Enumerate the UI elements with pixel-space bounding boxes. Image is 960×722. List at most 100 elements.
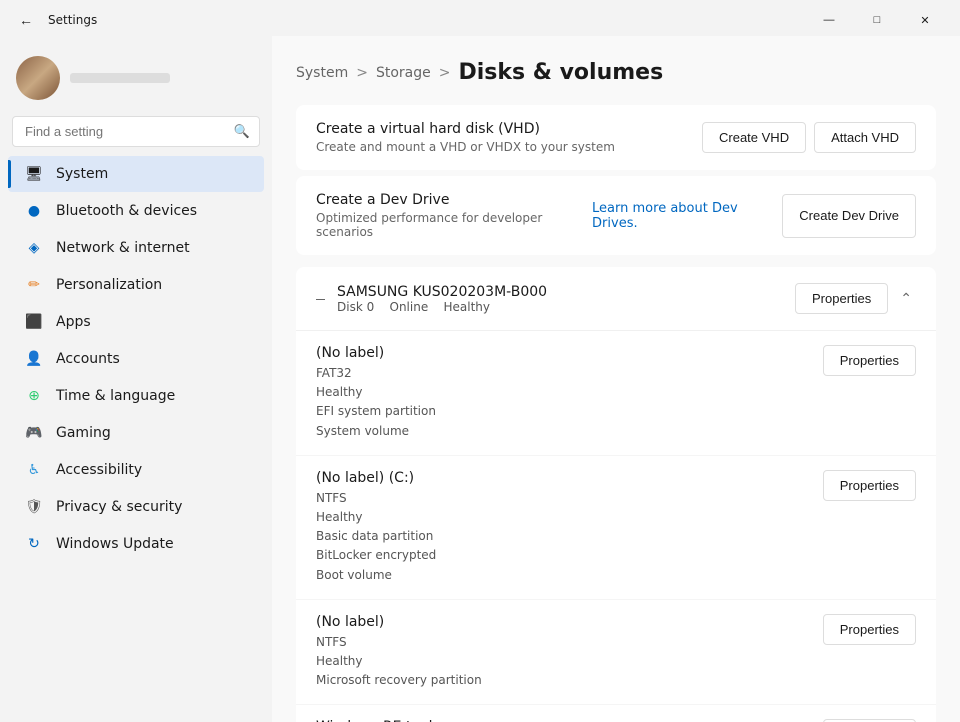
search-icon: 🔍 xyxy=(234,124,250,139)
partition-item-3: Windows RE tools NTFS Healthy Properties xyxy=(296,705,936,722)
dev-drive-learn-link[interactable]: Learn more about Dev Drives. xyxy=(592,194,774,238)
disk-header: ⎯ SAMSUNG KUS020203M-B000 Disk 0 Online … xyxy=(296,267,936,331)
sidebar-item-system[interactable]: 🖥 System xyxy=(8,156,264,192)
attach-vhd-button[interactable]: Attach VHD xyxy=(814,122,916,153)
disk-header-right: Properties ⌃ xyxy=(795,283,916,314)
sidebar-item-privacy[interactable]: 🛡 Privacy & security xyxy=(8,489,264,525)
partition-type-0: EFI system partition xyxy=(316,404,436,418)
disk-info: SAMSUNG KUS020203M-B000 Disk 0 Online He… xyxy=(337,284,547,314)
partition-label-2: (No label) xyxy=(316,614,482,630)
time-icon: ⊕ xyxy=(24,386,44,406)
partition-detail-0: FAT32 Healthy EFI system partition Syste… xyxy=(316,364,436,441)
breadcrumb-current: Disks & volumes xyxy=(458,60,663,85)
partition-fs-2: NTFS xyxy=(316,635,347,649)
disk-collapse-button[interactable]: ⌃ xyxy=(896,286,916,311)
search-input[interactable] xyxy=(12,116,260,147)
accessibility-icon: ♿ xyxy=(24,460,44,480)
partition-type-1: Basic data partition xyxy=(316,529,433,543)
sidebar-item-personalization-label: Personalization xyxy=(56,277,162,293)
breadcrumb-storage[interactable]: Storage xyxy=(376,65,431,81)
dev-drive-card-buttons: Learn more about Dev Drives. Create Dev … xyxy=(592,194,916,238)
partition-label-1: (No label) (C:) xyxy=(316,470,436,486)
sidebar-item-network[interactable]: ◈ Network & internet xyxy=(8,230,264,266)
partition-extra-0: System volume xyxy=(316,424,409,438)
disk-name: SAMSUNG KUS020203M-B000 xyxy=(337,284,547,300)
window-title: Settings xyxy=(48,13,97,27)
partition-properties-button-2[interactable]: Properties xyxy=(823,614,916,645)
minimize-button[interactable]: — xyxy=(806,6,852,34)
personalization-icon: ✏ xyxy=(24,275,44,295)
sidebar-item-personalization[interactable]: ✏ Personalization xyxy=(8,267,264,303)
sidebar-nav: 🖥 System ● Bluetooth & devices ◈ Network… xyxy=(0,155,272,563)
dev-drive-card-info: Create a Dev Drive Optimized performance… xyxy=(316,192,592,239)
network-icon: ◈ xyxy=(24,238,44,258)
partition-properties-button-0[interactable]: Properties xyxy=(823,345,916,376)
sidebar-item-update[interactable]: ↻ Windows Update xyxy=(8,526,264,562)
partition-detail-2: NTFS Healthy Microsoft recovery partitio… xyxy=(316,633,482,691)
gaming-icon: 🎮 xyxy=(24,423,44,443)
disk-header-left: ⎯ SAMSUNG KUS020203M-B000 Disk 0 Online … xyxy=(316,284,547,314)
partition-item-2: (No label) NTFS Healthy Microsoft recove… xyxy=(296,600,936,706)
partition-extra1-1: BitLocker encrypted xyxy=(316,548,436,562)
partition-fs-1: NTFS xyxy=(316,491,347,505)
partition-health-0: Healthy xyxy=(316,385,363,399)
partition-type-2: Microsoft recovery partition xyxy=(316,673,482,687)
vhd-card-description: Create and mount a VHD or VHDX to your s… xyxy=(316,140,615,154)
privacy-icon: 🛡 xyxy=(24,497,44,517)
sidebar-item-bluetooth[interactable]: ● Bluetooth & devices xyxy=(8,193,264,229)
partition-properties-button-1[interactable]: Properties xyxy=(823,470,916,501)
sidebar-item-time-label: Time & language xyxy=(56,388,175,404)
vhd-card-info: Create a virtual hard disk (VHD) Create … xyxy=(316,121,615,154)
sidebar: 🔍 🖥 System ● Bluetooth & devices ◈ Netwo… xyxy=(0,36,272,722)
disk-status: Online xyxy=(390,300,429,314)
create-vhd-button[interactable]: Create VHD xyxy=(702,122,806,153)
disk-section: ⎯ SAMSUNG KUS020203M-B000 Disk 0 Online … xyxy=(296,267,936,722)
bluetooth-icon: ● xyxy=(24,201,44,221)
disk-health: Healthy xyxy=(443,300,490,314)
close-button[interactable]: ✕ xyxy=(902,6,948,34)
vhd-card-title: Create a virtual hard disk (VHD) xyxy=(316,121,615,137)
sidebar-item-time[interactable]: ⊕ Time & language xyxy=(8,378,264,414)
partition-fs-0: FAT32 xyxy=(316,366,352,380)
sidebar-item-privacy-label: Privacy & security xyxy=(56,499,182,515)
partition-health-2: Healthy xyxy=(316,654,363,668)
apps-icon: ⬛ xyxy=(24,312,44,332)
sidebar-item-gaming-label: Gaming xyxy=(56,425,111,441)
app-container: 🔍 🖥 System ● Bluetooth & devices ◈ Netwo… xyxy=(0,36,960,722)
partition-info-1: (No label) (C:) NTFS Healthy Basic data … xyxy=(316,470,436,585)
partition-info-2: (No label) NTFS Healthy Microsoft recove… xyxy=(316,614,482,691)
update-icon: ↻ xyxy=(24,534,44,554)
partition-info-0: (No label) FAT32 Healthy EFI system part… xyxy=(316,345,436,441)
title-bar: ← Settings — □ ✕ xyxy=(0,0,960,36)
user-info xyxy=(70,73,170,83)
breadcrumb-sep2: > xyxy=(439,65,451,81)
breadcrumb-system[interactable]: System xyxy=(296,65,348,81)
title-bar-controls: — □ ✕ xyxy=(806,6,948,34)
partition-health-1: Healthy xyxy=(316,510,363,524)
sidebar-item-apps[interactable]: ⬛ Apps xyxy=(8,304,264,340)
user-name-placeholder xyxy=(70,73,170,83)
sidebar-item-accessibility[interactable]: ♿ Accessibility xyxy=(8,452,264,488)
partition-item-1: (No label) (C:) NTFS Healthy Basic data … xyxy=(296,456,936,600)
partition-item-0: (No label) FAT32 Healthy EFI system part… xyxy=(296,331,936,456)
disk-properties-button[interactable]: Properties xyxy=(795,283,888,314)
sidebar-item-gaming[interactable]: 🎮 Gaming xyxy=(8,415,264,451)
sidebar-item-system-label: System xyxy=(56,166,108,182)
dev-drive-card-title: Create a Dev Drive xyxy=(316,192,592,208)
main-content: System > Storage > Disks & volumes Creat… xyxy=(272,36,960,722)
sidebar-item-apps-label: Apps xyxy=(56,314,91,330)
avatar xyxy=(16,56,60,100)
create-dev-drive-button[interactable]: Create Dev Drive xyxy=(782,194,916,238)
search-box: 🔍 xyxy=(12,116,260,147)
vhd-card-buttons: Create VHD Attach VHD xyxy=(702,122,916,153)
title-bar-left: ← Settings xyxy=(12,6,97,34)
sidebar-item-accounts[interactable]: 👤 Accounts xyxy=(8,341,264,377)
partition-extra2-1: Boot volume xyxy=(316,568,392,582)
sidebar-item-bluetooth-label: Bluetooth & devices xyxy=(56,203,197,219)
maximize-button[interactable]: □ xyxy=(854,6,900,34)
system-icon: 🖥 xyxy=(24,164,44,184)
sidebar-item-update-label: Windows Update xyxy=(56,536,174,552)
dev-drive-card-description: Optimized performance for developer scen… xyxy=(316,211,592,239)
avatar-image xyxy=(16,56,60,100)
back-button[interactable]: ← xyxy=(12,6,40,34)
